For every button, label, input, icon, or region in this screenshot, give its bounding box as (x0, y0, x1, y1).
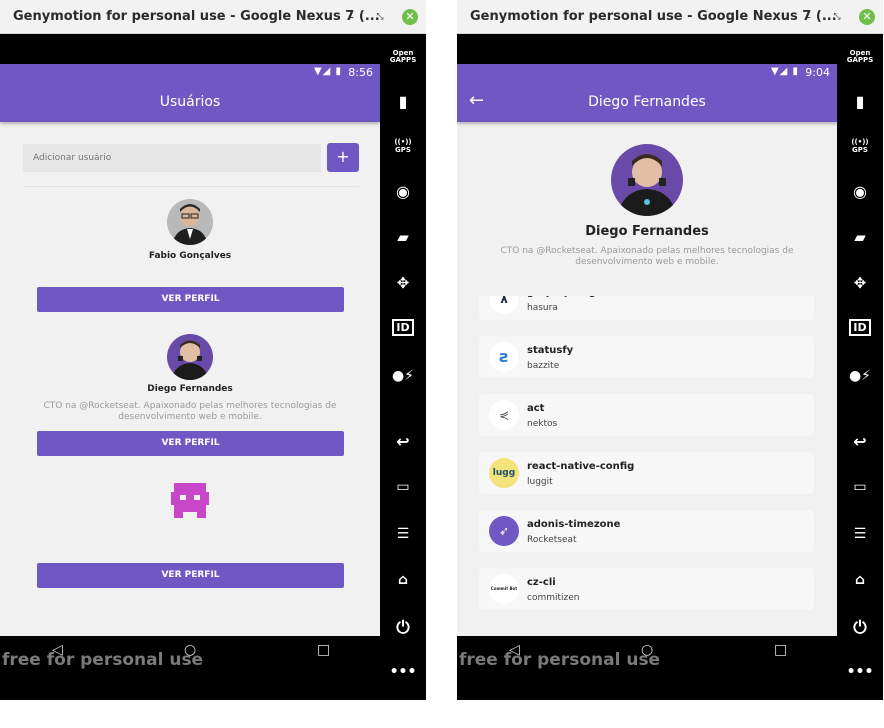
repo-owner: luggit (527, 477, 553, 487)
minimize-button[interactable]: – (798, 7, 818, 27)
status-bar: ▼◢ ▮ 8:56 (0, 64, 380, 82)
back-icon[interactable]: ↩ (380, 432, 426, 451)
repo-item[interactable]: ➶ adonis-timezone Rocketseat (479, 510, 814, 552)
repo-name: cz-cli (527, 577, 556, 588)
page-title: Usuários (159, 94, 221, 110)
more-icon[interactable]: ••• (837, 664, 883, 680)
repo-item[interactable]: lugg react-native-config luggit (479, 452, 814, 494)
window-title: Genymotion for personal use - Google Nex… (470, 9, 837, 24)
recent-apps-icon[interactable]: ▭ (380, 479, 426, 495)
status-time: 8:56 (348, 66, 373, 79)
emulator-window-right: Genymotion for personal use - Google Nex… (457, 0, 883, 700)
repo-name: react-native-config (527, 461, 635, 472)
power-icon[interactable]: ⏻ (837, 618, 883, 638)
menu-icon[interactable]: ☰ (837, 526, 883, 542)
identicon-avatar (167, 476, 213, 522)
close-button[interactable]: ✕ (402, 9, 418, 25)
profile-bio: CTO na @Rocketseat. Apaixonado pelas mel… (500, 246, 794, 267)
user-name: Fabio Gonçalves (148, 251, 232, 261)
home-icon[interactable]: ⌂ (380, 572, 426, 588)
repo-item[interactable]: λ graphql-engine hasura (479, 296, 814, 320)
open-gapps-icon[interactable]: Open GAPPS (837, 50, 883, 64)
window-title: Genymotion for personal use - Google Nex… (13, 9, 380, 24)
menu-icon[interactable]: ☰ (380, 526, 426, 542)
watermark: free for personal use (2, 650, 204, 670)
commitizen-logo-icon: Commit Bot (489, 574, 519, 604)
signal-battery-icons: ▼◢ ▮ (770, 66, 799, 77)
id-icon[interactable]: ID (380, 319, 426, 336)
statusfy-logo-icon: ƨ (489, 342, 519, 372)
disk-icon[interactable]: ●⚡ (837, 368, 883, 384)
status-bar: ▼◢ ▮ 9:04 (457, 64, 837, 82)
home-icon[interactable]: ⌂ (837, 572, 883, 588)
back-icon[interactable]: ↩ (837, 432, 883, 451)
add-user-button[interactable]: + (327, 143, 359, 172)
status-time: 9:04 (805, 66, 830, 79)
repo-name: statusfy (527, 345, 574, 356)
avatar (167, 334, 213, 380)
dpad-icon[interactable]: ✥ (837, 274, 883, 292)
window-titlebar: Genymotion for personal use - Google Nex… (457, 0, 883, 34)
battery-icon[interactable]: ▮ (837, 92, 883, 111)
view-profile-button[interactable]: VER PERFIL (37, 431, 344, 456)
repo-owner: bazzite (527, 361, 560, 371)
act-logo-icon: ⋞ (489, 400, 519, 430)
view-profile-button[interactable]: VER PERFIL (37, 563, 344, 588)
repo-owner: nektos (527, 419, 558, 429)
divider (23, 186, 359, 187)
close-button[interactable]: ✕ (859, 9, 875, 25)
window-titlebar: Genymotion for personal use - Google Nex… (0, 0, 426, 34)
emulator-sidebar: Open GAPPS ▮ ((•)) GPS ◉ ▰ ✥ ID ●⚡ ↩ ▭ ☰ ⌂… (837, 34, 883, 700)
gps-icon[interactable]: ((•)) GPS (380, 138, 426, 154)
repo-name: adonis-timezone (527, 519, 621, 530)
repo-owner: Rocketseat (527, 535, 577, 545)
more-icon[interactable]: ••• (380, 664, 426, 680)
webcam-icon[interactable]: ◉ (380, 182, 426, 201)
lugg-logo-icon: lugg (489, 458, 519, 488)
minimize-button[interactable]: – (341, 7, 361, 27)
app-bar: ← Diego Fernandes (457, 82, 837, 122)
recent-apps-icon[interactable]: ▭ (837, 479, 883, 495)
recents-square-icon[interactable]: □ (774, 642, 787, 658)
repo-item[interactable]: Commit Bot cz-cli commitizen (479, 568, 814, 610)
maximize-button[interactable]: ⤡ (370, 7, 390, 27)
repo-owner: hasura (527, 303, 558, 313)
gps-icon[interactable]: ((•)) GPS (837, 138, 883, 154)
app-bar: Usuários (0, 82, 380, 122)
watermark: free for personal use (459, 650, 661, 670)
battery-icon[interactable]: ▮ (380, 92, 426, 111)
disk-icon[interactable]: ●⚡ (380, 368, 426, 384)
recents-square-icon[interactable]: □ (317, 642, 330, 658)
clapper-icon[interactable]: ▰ (380, 228, 426, 246)
emulator-window-left: Genymotion for personal use - Google Nex… (0, 0, 426, 700)
user-bio: CTO na @Rocketseat. Apaixonado pelas mel… (43, 401, 337, 422)
profile-avatar (611, 144, 683, 216)
repo-list[interactable]: λ graphql-engine hasura ƨ statusfy bazzi… (457, 296, 837, 636)
clapper-icon[interactable]: ▰ (837, 228, 883, 246)
repo-name: graphql-engine (527, 296, 613, 298)
open-gapps-icon[interactable]: Open GAPPS (380, 50, 426, 64)
emulator-sidebar: Open GAPPS ▮ ((•)) GPS ◉ ▰ ✥ ID ●⚡ ↩ ▭ ☰ ⌂… (380, 34, 426, 700)
avatar (167, 199, 213, 245)
maximize-button[interactable]: ⤡ (827, 7, 847, 27)
add-user-input[interactable] (23, 144, 321, 172)
hasura-logo-icon: λ (489, 296, 519, 314)
repo-owner: commitizen (527, 593, 580, 603)
page-title: Diego Fernandes (588, 94, 706, 110)
id-icon[interactable]: ID (837, 319, 883, 336)
android-screen: ▼◢ ▮ 9:04 ← Diego Fernandes Diego Fernan… (457, 64, 837, 636)
repo-item[interactable]: ⋞ act nektos (479, 394, 814, 436)
webcam-icon[interactable]: ◉ (837, 182, 883, 201)
user-name: Diego Fernandes (147, 384, 233, 394)
android-screen: ▼◢ ▮ 8:56 Usuários + Fabio Gonçalves VER… (0, 64, 380, 636)
profile-name: Diego Fernandes (585, 224, 709, 239)
power-icon[interactable]: ⏻ (380, 618, 426, 638)
dpad-icon[interactable]: ✥ (380, 274, 426, 292)
signal-battery-icons: ▼◢ ▮ (313, 66, 342, 77)
repo-item[interactable]: ƨ statusfy bazzite (479, 336, 814, 378)
view-profile-button[interactable]: VER PERFIL (37, 287, 344, 312)
repo-name: act (527, 403, 545, 414)
rocketseat-logo-icon: ➶ (489, 516, 519, 546)
